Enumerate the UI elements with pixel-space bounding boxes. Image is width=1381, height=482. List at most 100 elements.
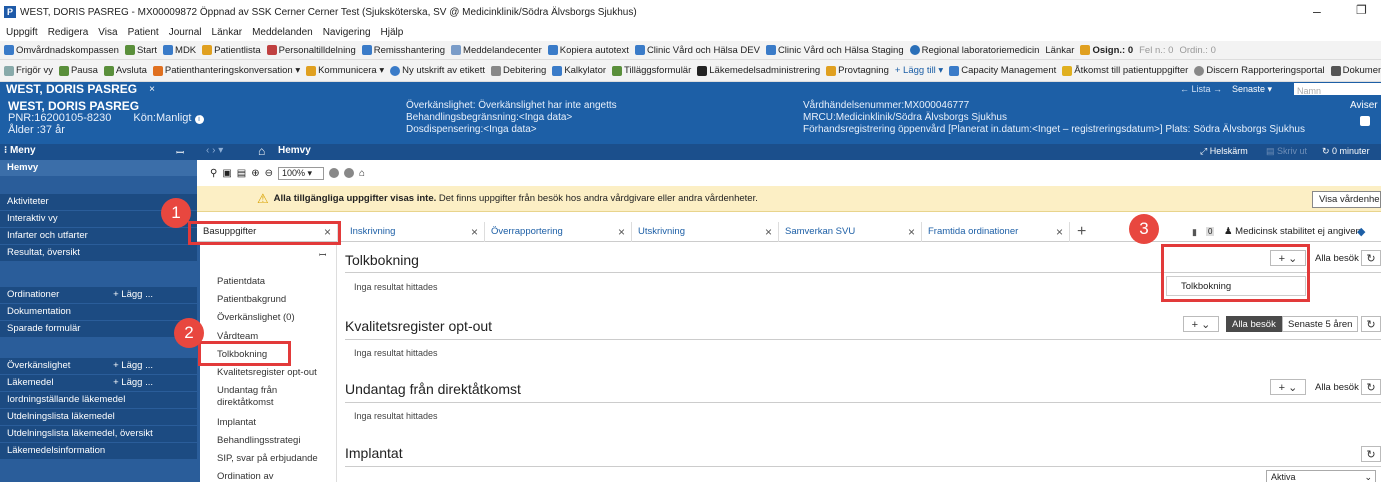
- circle-icon[interactable]: [329, 168, 340, 178]
- sidebar-item-lakemedelsinfo[interactable]: Läkemedelsinformation: [0, 443, 197, 459]
- binoculars-icon[interactable]: ⚲: [210, 168, 217, 179]
- zoom-in-icon[interactable]: ⊕: [251, 168, 259, 179]
- refresh-timer[interactable]: ↻ 0 minuter: [1322, 146, 1370, 157]
- menu-patient[interactable]: Patient: [128, 27, 159, 38]
- toolbar-item[interactable]: Läkemedelsadministrering: [697, 65, 820, 76]
- refresh-icon[interactable]: ↻: [1361, 446, 1381, 462]
- toolbar-item[interactable]: Personaltilldelning: [266, 45, 356, 56]
- tab-samverkan[interactable]: Samverkan SVU ×: [779, 222, 922, 242]
- alerts[interactable]: Aviser: [1350, 100, 1378, 126]
- ordin-counter[interactable]: Ordin.: 0: [1179, 45, 1215, 56]
- nav-sip[interactable]: SIP, svar på erbjudande: [217, 453, 318, 465]
- toolbar-item[interactable]: Patientlista: [202, 45, 261, 56]
- show-units-button[interactable]: Visa vårdenhe: [1312, 191, 1381, 208]
- circle-icon[interactable]: [344, 168, 355, 178]
- home-small-icon[interactable]: ⌂: [359, 168, 365, 179]
- nav-patientdata[interactable]: Patientdata: [217, 276, 265, 288]
- patient-tab[interactable]: WEST, DORIS PASREG: [6, 82, 137, 96]
- toolbar-item[interactable]: Patienthanteringskonversation ▾: [152, 65, 300, 76]
- zoom-select[interactable]: 100% ▾: [278, 166, 325, 180]
- toolbar-item[interactable]: Länkar: [1045, 45, 1074, 56]
- segment-last-5-years[interactable]: Senaste 5 åren: [1282, 316, 1359, 332]
- toolbar-item[interactable]: Clinic Vård och Hälsa DEV: [634, 45, 760, 56]
- restore-button[interactable]: ❐: [1356, 3, 1367, 17]
- toolbar-item[interactable]: Remisshantering: [361, 45, 445, 56]
- osign-counter[interactable]: Osign.: 0: [1080, 45, 1133, 56]
- nav-ordination[interactable]: Ordination av: [217, 471, 274, 482]
- toolbar-item[interactable]: Start: [124, 45, 157, 56]
- menu-hjalp[interactable]: Hjälp: [381, 27, 404, 38]
- tab-framtida[interactable]: Framtida ordinationer ×: [922, 222, 1070, 242]
- sidebar-item-resultat[interactable]: Resultat, översikt: [0, 245, 197, 261]
- home-icon[interactable]: ⌂: [258, 144, 265, 158]
- pin-icon[interactable]: ꟷ: [176, 145, 184, 159]
- sidebar-item-lakemedel[interactable]: Läkemedel + Lägg ...: [0, 375, 197, 391]
- patient-tab-close[interactable]: ×: [149, 84, 155, 95]
- feln-counter[interactable]: Fel n.: 0: [1139, 45, 1173, 56]
- toolbar-item[interactable]: Kopiera autotext: [547, 45, 629, 56]
- nav-arrows[interactable]: ‹ › ▾: [206, 145, 223, 156]
- toolbar-item[interactable]: Meddelandecenter: [451, 45, 542, 56]
- toolbar-item[interactable]: Dokument: [1330, 65, 1381, 76]
- sidebar-item-utdelningslista[interactable]: Utdelningslista läkemedel: [0, 409, 197, 425]
- toolbar-item[interactable]: Frigör vy: [4, 65, 53, 76]
- segment-all-visits[interactable]: Alla besök: [1226, 316, 1282, 332]
- toolbar-item[interactable]: Avsluta: [103, 65, 147, 76]
- status-select[interactable]: Aktiva ⌄: [1266, 470, 1376, 482]
- tab-inskrivning[interactable]: Inskrivning ×: [344, 222, 485, 242]
- print-icon[interactable]: ▣: [222, 168, 231, 179]
- nav-kvalitetsregister[interactable]: Kvalitetsregister opt-out: [217, 367, 317, 379]
- print-button[interactable]: ▤ Skriv ut: [1266, 146, 1307, 157]
- refresh-icon[interactable]: ↻: [1361, 250, 1381, 266]
- recent-dropdown[interactable]: Senaste ▾: [1232, 84, 1272, 95]
- toolbar-item[interactable]: Kommunicera ▾: [306, 65, 384, 76]
- menu-journal[interactable]: Journal: [169, 27, 202, 38]
- toolbar-item[interactable]: Regional laboratoriemedicin: [909, 45, 1039, 56]
- fullscreen-button[interactable]: ⤢ Helskärm: [1200, 146, 1248, 157]
- nav-patientbakgrund[interactable]: Patientbakgrund: [217, 294, 286, 306]
- zoom-out-icon[interactable]: ⊖: [265, 168, 273, 179]
- patient-search-input[interactable]: Namn: [1294, 83, 1381, 96]
- toolbar-item[interactable]: + Lägg till ▾: [895, 65, 943, 76]
- menu-lankar[interactable]: Länkar: [212, 27, 243, 38]
- toolbar-item[interactable]: Tilläggsformulär: [612, 65, 691, 76]
- menu-visa[interactable]: Visa: [98, 27, 117, 38]
- toolbar-item[interactable]: Debitering: [491, 65, 546, 76]
- add-allergy-button[interactable]: + Lägg ...: [113, 358, 153, 374]
- add-undantag-button[interactable]: + ⌄: [1270, 379, 1306, 395]
- nav-undantag[interactable]: Undantag från direktåtkomst: [217, 385, 307, 409]
- minimize-button[interactable]: –: [1313, 3, 1321, 19]
- refresh-icon[interactable]: ↻: [1361, 316, 1381, 332]
- sidebar-item-ordinationer[interactable]: Ordinationer + Lägg ...: [0, 287, 197, 303]
- menu-redigera[interactable]: Redigera: [48, 27, 89, 38]
- sidebar-item-dokumentation[interactable]: Dokumentation: [0, 304, 197, 320]
- sidebar-item-overkanslighet[interactable]: Överkänslighet + Lägg ...: [0, 358, 197, 374]
- toolbar-item[interactable]: Kalkylator: [552, 65, 606, 76]
- sidebar-item-sparade[interactable]: Sparade formulär: [0, 321, 197, 337]
- toolbar-item[interactable]: Pausa: [58, 65, 98, 76]
- pin-icon[interactable]: ꟷ: [319, 248, 326, 261]
- nav-overkanslighet[interactable]: Överkänslighet (0): [217, 312, 295, 324]
- toolbar-item[interactable]: Discern Rapporteringsportal: [1194, 65, 1325, 76]
- nav-implantat[interactable]: Implantat: [217, 417, 256, 429]
- toolbar-item[interactable]: Ny utskrift av etikett: [390, 65, 485, 76]
- refresh-icon[interactable]: ↻: [1361, 379, 1381, 395]
- toolbar-item[interactable]: Omvårdnadskompassen: [4, 45, 119, 56]
- toolbar-item[interactable]: Åtkomst till patientuppgifter: [1062, 65, 1188, 76]
- visit-filter[interactable]: Alla besök: [1315, 253, 1359, 264]
- toolbar-item[interactable]: Capacity Management: [949, 65, 1056, 76]
- tab-utskrivning[interactable]: Utskrivning ×: [632, 222, 779, 242]
- menu-navigering[interactable]: Navigering: [323, 27, 371, 38]
- toolbar-item[interactable]: Provtagning: [826, 65, 889, 76]
- tag-icon[interactable]: ◆: [1357, 225, 1365, 238]
- page-icon[interactable]: ▤: [237, 168, 246, 179]
- menu-meddelanden[interactable]: Meddelanden: [252, 27, 313, 38]
- sidebar-item-hemvy[interactable]: Hemvy: [0, 160, 197, 176]
- nav-behandlingsstrategi[interactable]: Behandlingsstrategi: [217, 435, 300, 447]
- stability-indicator[interactable]: ♟ Medicinsk stabilitet ej angiven: [1224, 226, 1361, 237]
- sidebar-item-infarter[interactable]: Infarter och utfarter: [0, 228, 197, 244]
- sidebar-item-utdelningslista-oversikt[interactable]: Utdelningslista läkemedel, översikt: [0, 426, 197, 442]
- list-nav[interactable]: ← Lista →: [1180, 84, 1222, 94]
- menu-uppgift[interactable]: Uppgift: [6, 27, 38, 38]
- add-tab-button[interactable]: +: [1077, 222, 1086, 242]
